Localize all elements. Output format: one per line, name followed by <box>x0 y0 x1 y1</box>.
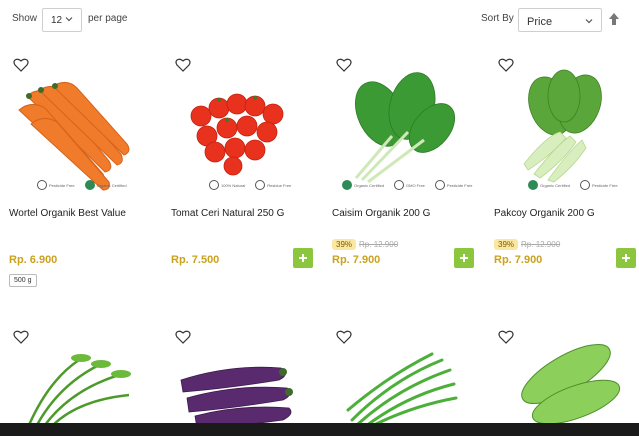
old-price: Rp. 12.900 <box>521 240 561 249</box>
product-card: Pesticide Free Organic Certified Wortel … <box>9 58 159 290</box>
heart-icon[interactable] <box>175 330 191 344</box>
badge-pesticide-free: Pesticide Free <box>434 180 473 190</box>
badge-label: 100% Natural <box>221 182 246 188</box>
badge-label: Residue Free <box>267 182 292 188</box>
heart-icon[interactable] <box>498 330 514 344</box>
badge-label: Organic Certified <box>540 182 571 188</box>
pesticide-free-icon <box>580 180 591 190</box>
product-badges: Pesticide Free Organic Certified <box>37 180 127 190</box>
heart-icon[interactable] <box>336 330 352 344</box>
product-image-eggplant[interactable] <box>171 340 311 425</box>
add-to-cart-button[interactable] <box>454 248 474 268</box>
product-card <box>171 330 321 425</box>
product-price: Rp. 7.900 <box>494 254 543 266</box>
discount-badge: 39% <box>494 239 519 250</box>
product-card: Organic Certified Pesticide Free Pakcoy … <box>494 58 639 290</box>
add-to-cart-button[interactable] <box>293 248 313 268</box>
product-image-cucumber[interactable] <box>494 340 634 425</box>
sort-select[interactable]: Price <box>518 8 602 32</box>
product-card: Organic Certified GMO Free Pesticide Fre… <box>332 58 482 290</box>
bottom-bar <box>0 423 639 436</box>
product-card <box>494 330 639 425</box>
badge-label: Pesticide Free <box>446 182 473 188</box>
product-card <box>332 330 482 425</box>
product-name[interactable]: Caisim Organik 200 G <box>332 208 430 219</box>
organic-certified-icon <box>84 180 95 190</box>
residue-free-icon <box>255 180 266 190</box>
gmo-free-icon <box>394 180 405 190</box>
product-image-kangkung[interactable] <box>9 340 149 425</box>
sort-by-label: Sort By <box>481 13 514 24</box>
product-price: Rp. 6.900 <box>9 254 58 266</box>
product-name[interactable]: Tomat Ceri Natural 250 G <box>171 208 284 219</box>
heart-icon[interactable] <box>175 58 191 72</box>
discount-row: 39% Rp. 12.900 <box>332 238 398 251</box>
product-name[interactable]: Wortel Organik Best Value <box>9 208 126 219</box>
badge-natural: 100% Natural <box>209 180 245 190</box>
badge-label: GMO Free <box>406 182 425 188</box>
chevron-down-icon <box>585 19 593 24</box>
product-image-green-bean[interactable] <box>332 340 472 425</box>
pesticide-free-icon <box>37 180 47 190</box>
heart-icon[interactable] <box>336 58 352 72</box>
organic-certified-icon <box>528 180 538 190</box>
product-badges: Organic Certified Pesticide Free <box>528 180 618 190</box>
badge-label: Organic Certified <box>354 182 385 188</box>
badge-pesticide-free: Pesticide Free <box>37 180 75 190</box>
organic-certified-icon <box>342 180 352 190</box>
badge-pesticide-free: Pesticide Free <box>580 180 618 190</box>
badge-residue-free: Residue Free <box>255 180 291 190</box>
badge-organic-certified: Organic Certified <box>342 180 384 190</box>
show-label: Show <box>12 13 38 24</box>
natural-icon <box>209 180 219 190</box>
sort-value: Price <box>527 16 553 28</box>
per-page-value: 12 <box>51 15 63 26</box>
badge-organic-certified: Organic Certified <box>84 180 127 190</box>
product-badges: 100% Natural Residue Free <box>209 180 291 190</box>
per-page-label: per page <box>88 13 128 24</box>
badge-label: Pesticide Free <box>592 182 618 188</box>
discount-row: 39% Rp. 12.900 <box>494 238 560 251</box>
product-price: Rp. 7.900 <box>332 254 381 266</box>
badge-label: Organic Certified <box>96 182 127 188</box>
add-to-cart-button[interactable] <box>616 248 636 268</box>
weight-option[interactable]: 500 g <box>9 274 37 287</box>
old-price: Rp. 12.900 <box>359 240 399 249</box>
product-name[interactable]: Pakcoy Organik 200 G <box>494 208 595 219</box>
product-badges: Organic Certified GMO Free Pesticide Fre… <box>342 180 472 190</box>
product-price: Rp. 7.500 <box>171 254 220 266</box>
product-card <box>9 330 159 425</box>
heart-icon[interactable] <box>13 330 29 344</box>
heart-icon[interactable] <box>13 58 29 72</box>
pesticide-free-icon <box>434 180 445 190</box>
chevron-down-icon <box>65 17 73 22</box>
product-card: 100% Natural Residue Free Tomat Ceri Nat… <box>171 58 321 290</box>
heart-icon[interactable] <box>498 58 514 72</box>
toolbar: Show 12 per page Sort By Price <box>0 0 639 40</box>
badge-organic-certified: Organic Certified <box>528 180 570 190</box>
badge-gmo-free: GMO Free <box>394 180 425 190</box>
discount-badge: 39% <box>332 239 357 250</box>
per-page-select[interactable]: 12 <box>42 8 82 32</box>
sort-direction-icon[interactable] <box>608 12 620 26</box>
badge-label: Pesticide Free <box>49 182 75 188</box>
